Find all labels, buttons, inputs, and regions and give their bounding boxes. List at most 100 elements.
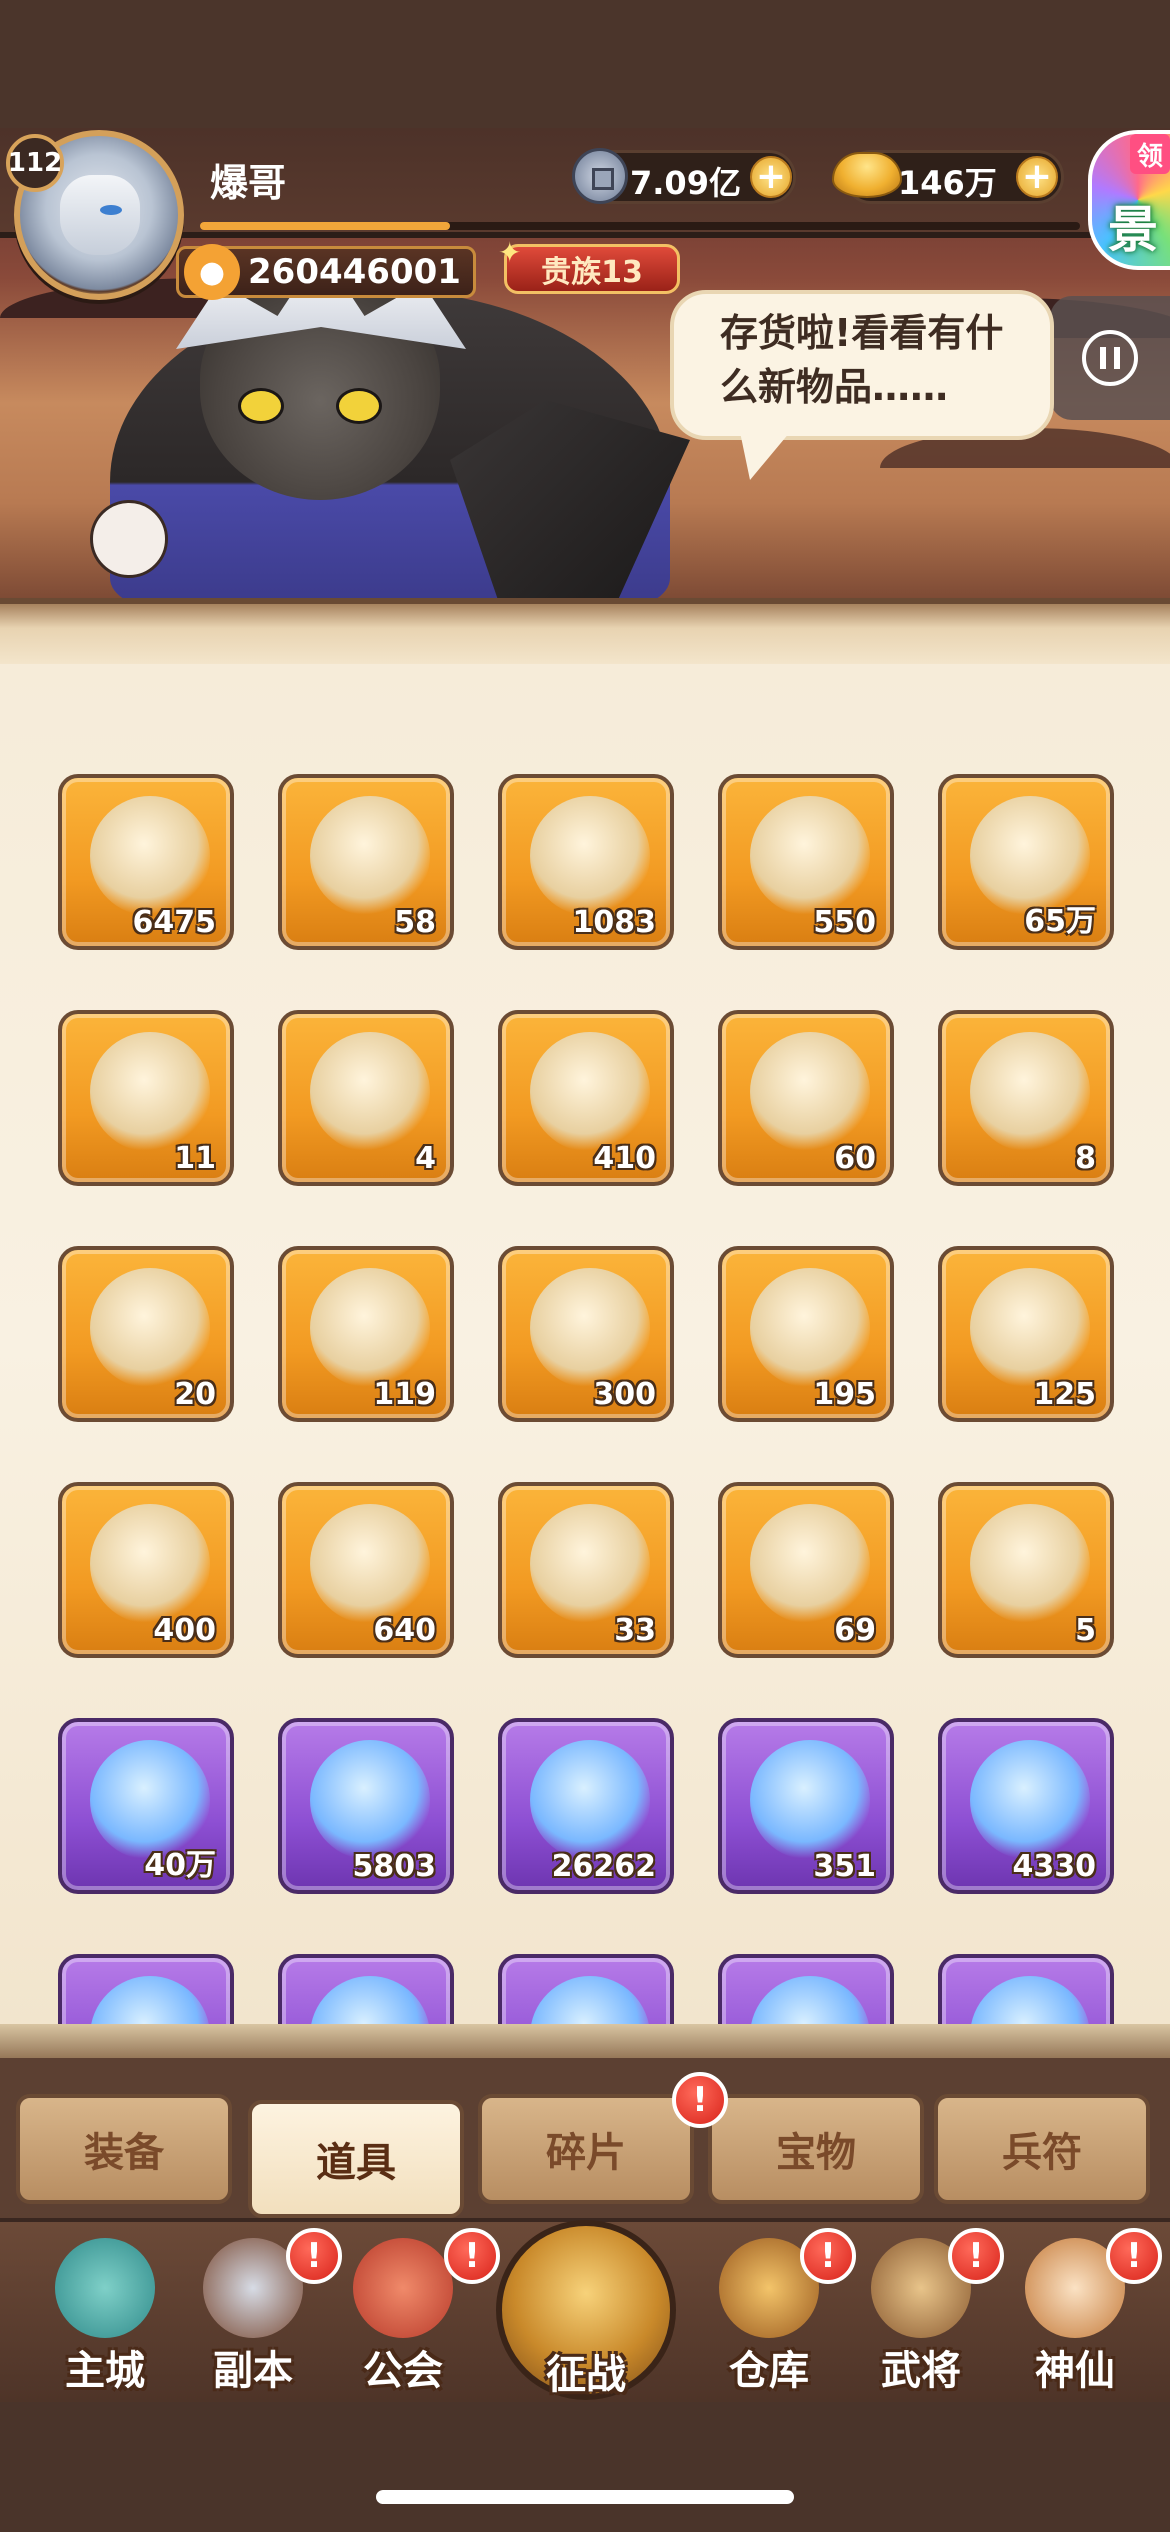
item-slot[interactable]: 65万 [938, 774, 1114, 950]
item-slot[interactable]: 58 [278, 774, 454, 950]
noble-badge[interactable]: 贵族13 [504, 244, 680, 294]
nav-label: 公会 [363, 2348, 443, 2394]
item-slot[interactable]: 119 [278, 1246, 454, 1422]
alert-icon: ! [286, 2228, 342, 2284]
white-egg-icon [970, 1740, 1090, 1860]
coin-amount: 7.09亿 [630, 164, 741, 202]
gift-char: 景 [1108, 201, 1158, 259]
item-slot[interactable]: 4330 [938, 1718, 1114, 1894]
item-count: 4 [415, 1141, 436, 1176]
pink-lotus-icon [750, 1740, 870, 1860]
orange-orb-dragon-icon [530, 1504, 650, 1624]
item-slot[interactable]: 60 [718, 1010, 894, 1186]
item-slot[interactable] [938, 1954, 1114, 2024]
item-slot[interactable]: 640 [278, 1482, 454, 1658]
item-slot[interactable]: 11 [58, 1010, 234, 1186]
ingot-amount: 146万 [898, 164, 997, 202]
nav-label: 副本 [213, 2348, 293, 2394]
item-count: 5 [1075, 1613, 1096, 1648]
item-slot[interactable]: 8 [938, 1010, 1114, 1186]
partial-item-icon [970, 1976, 1090, 2024]
item-slot[interactable]: 300 [498, 1246, 674, 1422]
item-slot[interactable] [58, 1954, 234, 2024]
item-slot[interactable] [498, 1954, 674, 2024]
avatar-eye [100, 205, 122, 215]
item-slot[interactable]: 1083 [498, 774, 674, 950]
item-count: 65万 [1024, 904, 1096, 939]
alert-icon: ! [672, 2072, 728, 2128]
item-slot[interactable]: 33 [498, 1482, 674, 1658]
item-slot[interactable]: 4 [278, 1010, 454, 1186]
flag-icon [353, 2238, 453, 2338]
item-slot[interactable]: 550 [718, 774, 894, 950]
banner-trim [0, 598, 1170, 664]
home-bar-area [0, 2402, 1170, 2532]
alert-icon: ! [444, 2228, 500, 2284]
partial-item-icon [90, 1976, 210, 2024]
item-slot[interactable]: 69 [718, 1482, 894, 1658]
item-slot[interactable]: 351 [718, 1718, 894, 1894]
item-slot[interactable]: 410 [498, 1010, 674, 1186]
item-count: 400 [153, 1613, 216, 1648]
orange-orb-phoenix-icon [750, 1504, 870, 1624]
gift-label: 领 [1130, 134, 1170, 174]
copper-coin-icon [572, 148, 628, 204]
alert-icon: ! [1106, 2228, 1162, 2284]
npc-eye-left [238, 388, 284, 424]
home-indicator[interactable] [376, 2490, 794, 2504]
item-slot[interactable]: 20 [58, 1246, 234, 1422]
partial-item-icon [750, 1976, 870, 2024]
nav-campaign[interactable]: 征战 [488, 2180, 684, 2400]
item-count: 125 [1033, 1377, 1096, 1412]
item-slot[interactable]: 125 [938, 1246, 1114, 1422]
item-count: 20 [174, 1377, 216, 1412]
add-ingot-button[interactable]: + [1016, 156, 1058, 198]
item-count: 5803 [352, 1849, 437, 1884]
hero-shard-warrior-icon [310, 1504, 430, 1624]
item-slot[interactable]: 40万 [58, 1718, 234, 1894]
gold-ingot-icon [832, 152, 902, 198]
item-slot[interactable]: 5 [938, 1482, 1114, 1658]
add-coin-button[interactable]: + [750, 156, 792, 198]
red-general-token-icon [530, 796, 650, 916]
nav-main-city[interactable]: 主城 [30, 2224, 180, 2400]
npc-eye-right [336, 388, 382, 424]
partial-item-icon [310, 1976, 430, 2024]
item-slot[interactable]: 5803 [278, 1718, 454, 1894]
white-lotus-icon [310, 796, 430, 916]
item-count: 300 [593, 1377, 656, 1412]
tab-treasures[interactable]: 宝物 [708, 2094, 924, 2204]
item-slot[interactable]: 6475 [58, 774, 234, 950]
item-count: 550 [813, 905, 876, 940]
item-count: 8 [1075, 1141, 1096, 1176]
item-count: 11 [174, 1141, 216, 1176]
npc-speech: 存货啦!看看有什么新物品…… [720, 311, 1004, 409]
pause-icon [1082, 330, 1138, 386]
item-slot[interactable]: 26262 [498, 1718, 674, 1894]
item-slot[interactable]: 195 [718, 1246, 894, 1422]
scroll-icon [90, 796, 210, 916]
tab-tallies[interactable]: 兵符 [934, 2094, 1150, 2204]
item-count: 4330 [1012, 1849, 1097, 1884]
item-slot[interactable] [278, 1954, 454, 2024]
golden-chest-icon [90, 1032, 210, 1152]
crescent-moon-icon [530, 1032, 650, 1152]
item-count: 6475 [132, 905, 217, 940]
item-slot[interactable]: 400 [58, 1482, 234, 1658]
item-count: 119 [373, 1377, 436, 1412]
item-count: 1083 [572, 905, 657, 940]
tab-equipment[interactable]: 装备 [16, 2094, 232, 2204]
item-count: 33 [614, 1613, 656, 1648]
gold-ore-icon [750, 1032, 870, 1152]
nav-label: 征战 [546, 2352, 626, 2398]
purple-general-token-icon [750, 796, 870, 916]
item-slot[interactable] [718, 1954, 894, 2024]
amber-stone-icon [310, 1268, 430, 1388]
player-name: 爆哥 [210, 161, 287, 205]
item-count: 26262 [551, 1849, 656, 1884]
nav-label: 仓库 [729, 2348, 809, 2394]
star-icon: ✦ [498, 236, 522, 269]
orange-orb-tiger-icon [970, 1504, 1090, 1624]
alert-icon: ! [948, 2228, 1004, 2284]
tab-items[interactable]: 道具 [248, 2100, 464, 2218]
